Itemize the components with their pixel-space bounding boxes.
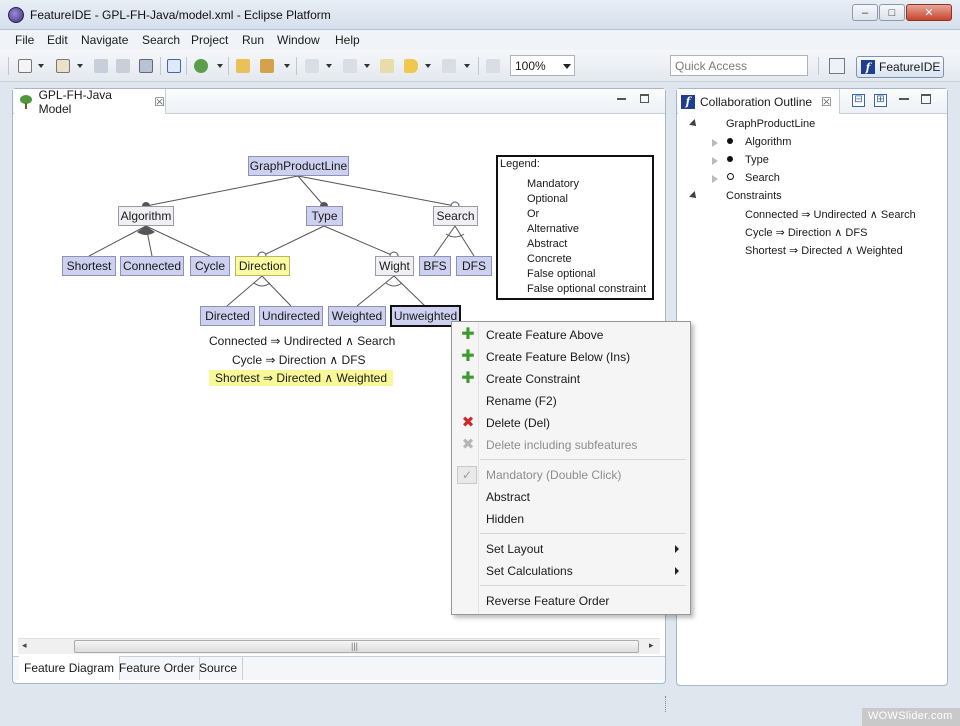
outline-constraint[interactable]: Cycle ⇒ Direction ∧ DFS	[745, 226, 867, 239]
menu-separator	[480, 533, 686, 534]
outline-item-algorithm[interactable]: Algorithm	[745, 136, 791, 148]
alternative-group-arc	[385, 282, 403, 287]
feature-cycle[interactable]: Cycle	[190, 256, 230, 276]
menu-item-label: Set Layout	[486, 542, 544, 556]
menu-set-layout[interactable]: Set Layout	[453, 538, 689, 560]
constraint-connected[interactable]: Connected ⇒ Undirected ∧ Search	[209, 334, 395, 348]
menu-item-label: Abstract	[486, 490, 531, 504]
menu-hidden[interactable]: Hidden	[453, 508, 689, 530]
outline-item-type[interactable]: Type	[745, 154, 769, 166]
watermark: WOWSlider.com	[862, 708, 960, 726]
menu-item-label: Create Feature Above	[486, 328, 604, 342]
outline-constraint[interactable]: Connected ⇒ Undirected ∧ Search	[745, 208, 916, 221]
maximize-outline-icon[interactable]	[921, 94, 931, 104]
menu-item-label: Delete including subfeatures	[486, 438, 638, 452]
minimize-outline-icon[interactable]	[899, 98, 909, 100]
mandatory-dot-icon	[727, 156, 733, 162]
delete-icon: ✖	[461, 414, 475, 431]
outline-constraints[interactable]: Constraints	[726, 190, 782, 202]
menu-mandatory[interactable]: ✓ Mandatory (Double Click)	[453, 464, 689, 486]
expand-all-icon[interactable]: ⊞	[874, 94, 887, 107]
tab-source[interactable]: Source	[194, 656, 244, 680]
feature-type[interactable]: Type	[306, 206, 343, 226]
menu-delete-including-subfeatures[interactable]: ✖ Delete including subfeatures	[453, 434, 689, 456]
plus-icon: ✚	[461, 370, 475, 387]
mandatory-dot-icon	[727, 138, 733, 144]
submenu-arrow-icon	[675, 545, 679, 553]
menu-set-calculations[interactable]: Set Calculations	[453, 560, 689, 582]
alternative-group-arc	[253, 282, 271, 287]
outline-constraint[interactable]: Shortest ⇒ Directed ∧ Weighted	[745, 244, 903, 257]
outline-item-search[interactable]: Search	[745, 172, 780, 184]
feature-algorithm[interactable]: Algorithm	[118, 206, 174, 226]
menu-abstract[interactable]: Abstract	[453, 486, 689, 508]
submenu-arrow-icon	[675, 567, 679, 575]
status-grip[interactable]	[665, 696, 668, 712]
status-bar	[0, 690, 960, 726]
outline-root[interactable]: GraphProductLine	[726, 118, 815, 130]
menu-item-label: Create Constraint	[486, 372, 581, 386]
optional-dot-icon	[727, 173, 734, 180]
feature-graphproductline[interactable]: GraphProductLine	[248, 156, 349, 176]
menu-separator	[480, 585, 686, 586]
menu-delete[interactable]: ✖ Delete (Del)	[453, 412, 689, 434]
tab-feature-diagram[interactable]: Feature Diagram	[19, 656, 121, 680]
collapsed-arrow-icon[interactable]	[712, 175, 718, 183]
plus-icon: ✚	[461, 326, 475, 343]
collapsed-arrow-icon[interactable]	[712, 139, 718, 147]
menu-item-label: Hidden	[486, 512, 525, 526]
or-group-arc	[137, 226, 155, 235]
collapsed-arrow-icon[interactable]	[712, 157, 718, 165]
menu-create-feature-above[interactable]: ✚ Create Feature Above	[453, 324, 689, 346]
menu-item-label: Reverse Feature Order	[486, 594, 610, 608]
collapse-all-icon[interactable]: ⊟	[852, 94, 865, 107]
scroll-left-arrow-icon[interactable]: ◂	[22, 640, 27, 651]
menu-rename[interactable]: Rename (F2)	[453, 390, 689, 412]
feature-dfs[interactable]: DFS	[456, 256, 492, 276]
legend-title: Legend:	[500, 158, 540, 170]
legend-false-optional: False optional	[527, 268, 596, 280]
legend-concrete: Concrete	[527, 253, 572, 265]
featureide-logo-icon: f	[681, 94, 695, 109]
menu-item-label: Delete (Del)	[486, 416, 551, 430]
menu-create-feature-below[interactable]: ✚ Create Feature Below (Ins)	[453, 346, 689, 368]
menu-reverse-feature-order[interactable]: Reverse Feature Order	[453, 590, 689, 612]
menu-item-label: Mandatory (Double Click)	[486, 468, 622, 482]
feature-search[interactable]: Search	[433, 206, 478, 226]
feature-shortest[interactable]: Shortest	[62, 256, 116, 276]
legend-false-optional-constraint: False optional constraint	[527, 283, 647, 295]
delete-icon: ✖	[461, 436, 475, 453]
tab-collaboration-outline[interactable]: f Collaboration Outline ☒	[678, 89, 840, 114]
scroll-right-arrow-icon[interactable]: ▸	[649, 640, 654, 651]
legend-mandatory: Mandatory	[527, 178, 579, 190]
scrollbar-grip-icon: |||	[351, 641, 359, 651]
legend-or: Or	[527, 208, 540, 220]
constraint-shortest[interactable]: Shortest ⇒ Directed ∧ Weighted	[209, 370, 394, 386]
feature-wight[interactable]: Wight	[375, 256, 414, 276]
legend-optional: Optional	[527, 193, 568, 205]
menu-item-label: Rename (F2)	[486, 394, 557, 408]
mandatory-markers	[142, 201, 460, 261]
feature-weighted[interactable]: Weighted	[328, 306, 386, 326]
feature-undirected[interactable]: Undirected	[259, 306, 323, 326]
feature-connected[interactable]: Connected	[120, 256, 184, 276]
legend-abstract: Abstract	[527, 238, 568, 250]
menu-item-label: Create Feature Below (Ins)	[486, 350, 631, 364]
feature-directed[interactable]: Directed	[200, 306, 255, 326]
feature-direction[interactable]: Direction	[235, 256, 290, 276]
menu-separator	[480, 459, 686, 460]
close-tab-icon[interactable]: ☒	[821, 95, 832, 109]
plus-icon: ✚	[461, 348, 475, 365]
menu-create-constraint[interactable]: ✚ Create Constraint	[453, 368, 689, 390]
legend-alternative: Alternative	[527, 223, 579, 235]
check-icon: ✓	[457, 466, 477, 484]
tab-feature-order[interactable]: Feature Order	[114, 656, 201, 680]
menu-item-label: Set Calculations	[486, 564, 573, 578]
outline-tab-label: Collaboration Outline	[700, 94, 813, 109]
feature-bfs[interactable]: BFS	[419, 256, 451, 276]
constraint-cycle[interactable]: Cycle ⇒ Direction ∧ DFS	[232, 353, 366, 367]
